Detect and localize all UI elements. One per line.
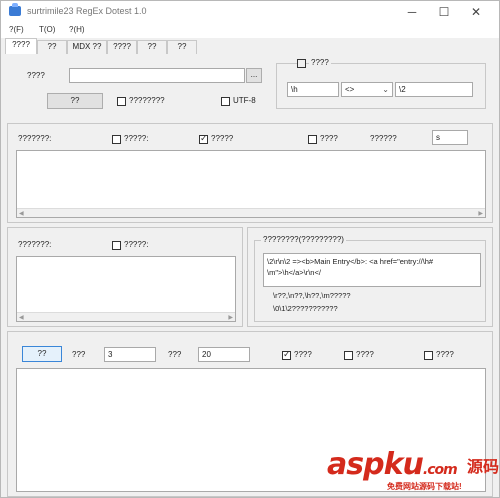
scroll-right-icon: ▶ [228, 315, 233, 321]
group-checkbox-label: ???? [309, 58, 331, 67]
scroll-right-icon: ▶ [478, 211, 483, 217]
menu-tools[interactable]: T(O) [39, 25, 55, 34]
example-group: ????????(?????????) \2\r\n\2 =><b>Main E… [254, 235, 486, 322]
tab-6[interactable]: ?? [167, 40, 197, 54]
mid-value-input[interactable]: s [432, 130, 468, 145]
bottom-label-1: ??? [72, 350, 86, 359]
utf8-label: UTF-8 [233, 96, 256, 105]
operator-select-value: <> [345, 85, 355, 94]
middle-panel: ???????: ?????: ????? ???? ?????? s ◀ ▶ [7, 123, 493, 223]
mid-checkbox-2[interactable] [199, 133, 208, 144]
menu-bar: ?(F) T(O) ?(H) [1, 23, 499, 38]
run-button[interactable]: ?? [47, 93, 103, 109]
mid-hscrollbar[interactable]: ◀ ▶ [17, 208, 485, 217]
right-panel-2: ????????(?????????) \2\r\n\2 =><b>Main E… [247, 227, 493, 327]
left2-label: ???????: [18, 240, 52, 249]
group-checkbox[interactable] [297, 59, 306, 68]
bottom-checkbox-1[interactable] [282, 349, 291, 360]
scroll-left-icon: ◀ [19, 315, 24, 321]
tab-bar: ???? ?? MDX ?? ???? ?? ?? [1, 38, 499, 54]
bottom-checkbox-3-label: ???? [436, 350, 454, 359]
browse-button[interactable]: ... [246, 68, 262, 83]
path-input[interactable] [69, 68, 245, 83]
example-help-1: \r??,\n??,\h??,\m????? [273, 291, 351, 300]
example-textbox[interactable]: \2\r\n\2 =><b>Main Entry</b>: <a href="e… [263, 253, 481, 287]
menu-file[interactable]: ?(F) [9, 25, 24, 34]
bottom-value-1[interactable]: 3 [104, 347, 156, 362]
mid-checkbox-2-label: ????? [211, 134, 234, 143]
watermark-subtitle: 免费网站源码下载站! [387, 482, 462, 491]
replace-group: ???? \h <> ⌄ \2 [276, 58, 486, 109]
tab-main[interactable]: ???? [5, 38, 37, 54]
pattern-right-input[interactable]: \2 [395, 82, 473, 97]
mid-checkbox-1-label: ?????: [124, 134, 149, 143]
left2-checkbox[interactable] [112, 241, 121, 250]
mid-checkbox-1[interactable] [112, 135, 121, 144]
close-button[interactable]: ✕ [461, 3, 491, 21]
chevron-down-icon: ⌄ [382, 85, 389, 94]
minimize-button[interactable]: ─ [397, 3, 427, 21]
mid-checkbox-3[interactable] [308, 135, 317, 144]
tab-5[interactable]: ?? [137, 40, 167, 54]
option-checkbox-label: ???????? [129, 96, 165, 105]
tab-4[interactable]: ???? [107, 40, 137, 54]
mid-textarea[interactable]: ◀ ▶ [16, 150, 486, 218]
tab-2[interactable]: ?? [37, 40, 67, 54]
folder-icon [9, 3, 21, 16]
bottom-run-button[interactable]: ?? [22, 346, 62, 362]
bottom-value-2[interactable]: 20 [198, 347, 250, 362]
path-label: ???? [27, 71, 45, 80]
menu-help[interactable]: ?(H) [69, 25, 85, 34]
window-title: surtrimile23 RegEx Dotest 1.0 [27, 6, 147, 16]
watermark-cn: 源码 [467, 459, 500, 476]
operator-select[interactable]: <> ⌄ [341, 82, 393, 97]
mid-checkbox-3-label: ???? [320, 134, 338, 143]
bottom-checkbox-3[interactable] [424, 351, 433, 360]
example-group-title: ????????(?????????) [261, 235, 346, 244]
left2-textarea[interactable]: ◀ ▶ [16, 256, 236, 322]
title-bar: surtrimile23 RegEx Dotest 1.0 ─ ☐ ✕ [1, 1, 499, 23]
left2-checkbox-label: ?????: [124, 240, 149, 249]
bottom-label-2: ??? [168, 350, 182, 359]
mid-label: ???????: [18, 134, 52, 143]
app-window: surtrimile23 RegEx Dotest 1.0 ─ ☐ ✕ ?(F)… [0, 0, 500, 498]
scroll-left-icon: ◀ [19, 211, 24, 217]
watermark-logo: aspku.com [327, 447, 458, 482]
example-help-2: \0\1\2??????????? [273, 304, 338, 313]
pattern-left-input[interactable]: \h [287, 82, 339, 97]
tab-mdx[interactable]: MDX ?? [67, 40, 107, 54]
bottom-checkbox-1-label: ???? [294, 350, 312, 359]
example-line-1: \2\r\n\2 =><b>Main Entry</b>: <a href="e… [267, 257, 434, 266]
top-panel: ???? ... ?? ???????? UTF-8 ???? \h <> ⌄ … [7, 55, 493, 117]
mid-label-2: ?????? [370, 134, 397, 143]
example-line-2: \m">\h</a>\r\n</ [267, 268, 321, 277]
bottom-checkbox-2-label: ???? [356, 350, 374, 359]
utf8-checkbox[interactable] [221, 97, 230, 106]
bottom-checkbox-2[interactable] [344, 351, 353, 360]
maximize-button[interactable]: ☐ [429, 3, 459, 21]
left2-hscrollbar[interactable]: ◀ ▶ [17, 312, 235, 321]
option-checkbox[interactable] [117, 97, 126, 106]
left-panel-2: ???????: ?????: ◀ ▶ [7, 227, 243, 327]
